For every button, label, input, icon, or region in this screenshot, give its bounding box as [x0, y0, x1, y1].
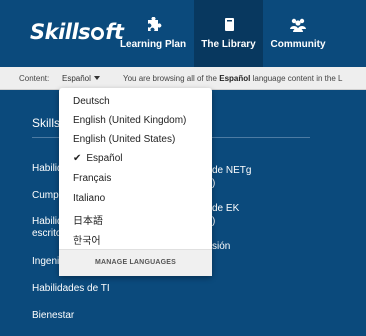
skillsoft-logo[interactable]: Skills ft [30, 20, 124, 44]
language-option-francais[interactable]: Français [73, 173, 111, 184]
book-icon [224, 18, 234, 31]
nav-community-label: Community [270, 39, 326, 50]
library-link[interactable]: Habilid [32, 216, 63, 228]
browsing-info-language: Español [219, 74, 251, 83]
library-link[interactable]: Habilidades de TI [32, 283, 110, 295]
browsing-info-suffix: language content in the L [252, 74, 343, 83]
library-link-right[interactable]: de NETg [212, 165, 251, 177]
language-option-english-us[interactable]: English (United States) [73, 134, 175, 145]
nav-the-library-label: The Library [201, 39, 256, 50]
language-option-deutsch[interactable]: Deutsch [73, 96, 110, 107]
language-dropdown-menu: Deutsch English (United Kingdom) English… [59, 88, 212, 276]
language-option-korean[interactable]: 한국어 [73, 232, 101, 247]
manage-languages-button[interactable]: MANAGE LANGUAGES [59, 249, 212, 276]
puzzle-icon [148, 17, 162, 31]
library-link-right[interactable]: sión [212, 241, 230, 253]
nav-learning-plan-label: Learning Plan [119, 39, 187, 50]
nav-the-library[interactable]: The Library [194, 0, 263, 67]
library-link[interactable]: Bienestar [32, 310, 74, 322]
nav-learning-plan[interactable]: Learning Plan [112, 0, 194, 67]
content-label: Content: [19, 74, 50, 83]
library-link[interactable]: Ingeni [32, 256, 59, 268]
caret-down-icon [93, 76, 100, 80]
content-language-bar: Content: Español You are browsing all of… [0, 67, 366, 90]
checkmark-icon: ✔ [73, 153, 82, 164]
library-link-right[interactable]: ) [212, 216, 215, 228]
language-option-espanol[interactable]: ✔ Español [73, 153, 123, 164]
library-section-title: Skills [32, 116, 61, 130]
content-language-select[interactable]: Español [62, 74, 100, 83]
library-link[interactable]: Cump [32, 190, 59, 202]
people-icon [290, 18, 306, 32]
library-link[interactable]: Habilid [32, 163, 63, 175]
language-option-english-uk[interactable]: English (United Kingdom) [73, 115, 186, 126]
browsing-info-prefix: You are browsing all of the [123, 74, 217, 83]
language-option-italiano[interactable]: Italiano [73, 193, 105, 204]
content-language-value: Español [62, 74, 91, 83]
language-option-japanese[interactable]: 日本語 [73, 212, 103, 227]
language-option-espanol-label: Español [86, 153, 123, 164]
nav-community[interactable]: Community [263, 0, 333, 67]
library-link-right[interactable]: de EK [212, 203, 239, 215]
logo-text: Skills [30, 20, 91, 44]
top-navigation-bar: Skills ft Learning Plan The Library Commu… [0, 0, 366, 67]
library-link-right[interactable]: ) [212, 178, 215, 190]
logo-ring-icon [91, 27, 105, 40]
browsing-info-text: You are browsing all of the Español lang… [123, 74, 342, 83]
library-link-continued[interactable]: escrito [32, 228, 61, 240]
